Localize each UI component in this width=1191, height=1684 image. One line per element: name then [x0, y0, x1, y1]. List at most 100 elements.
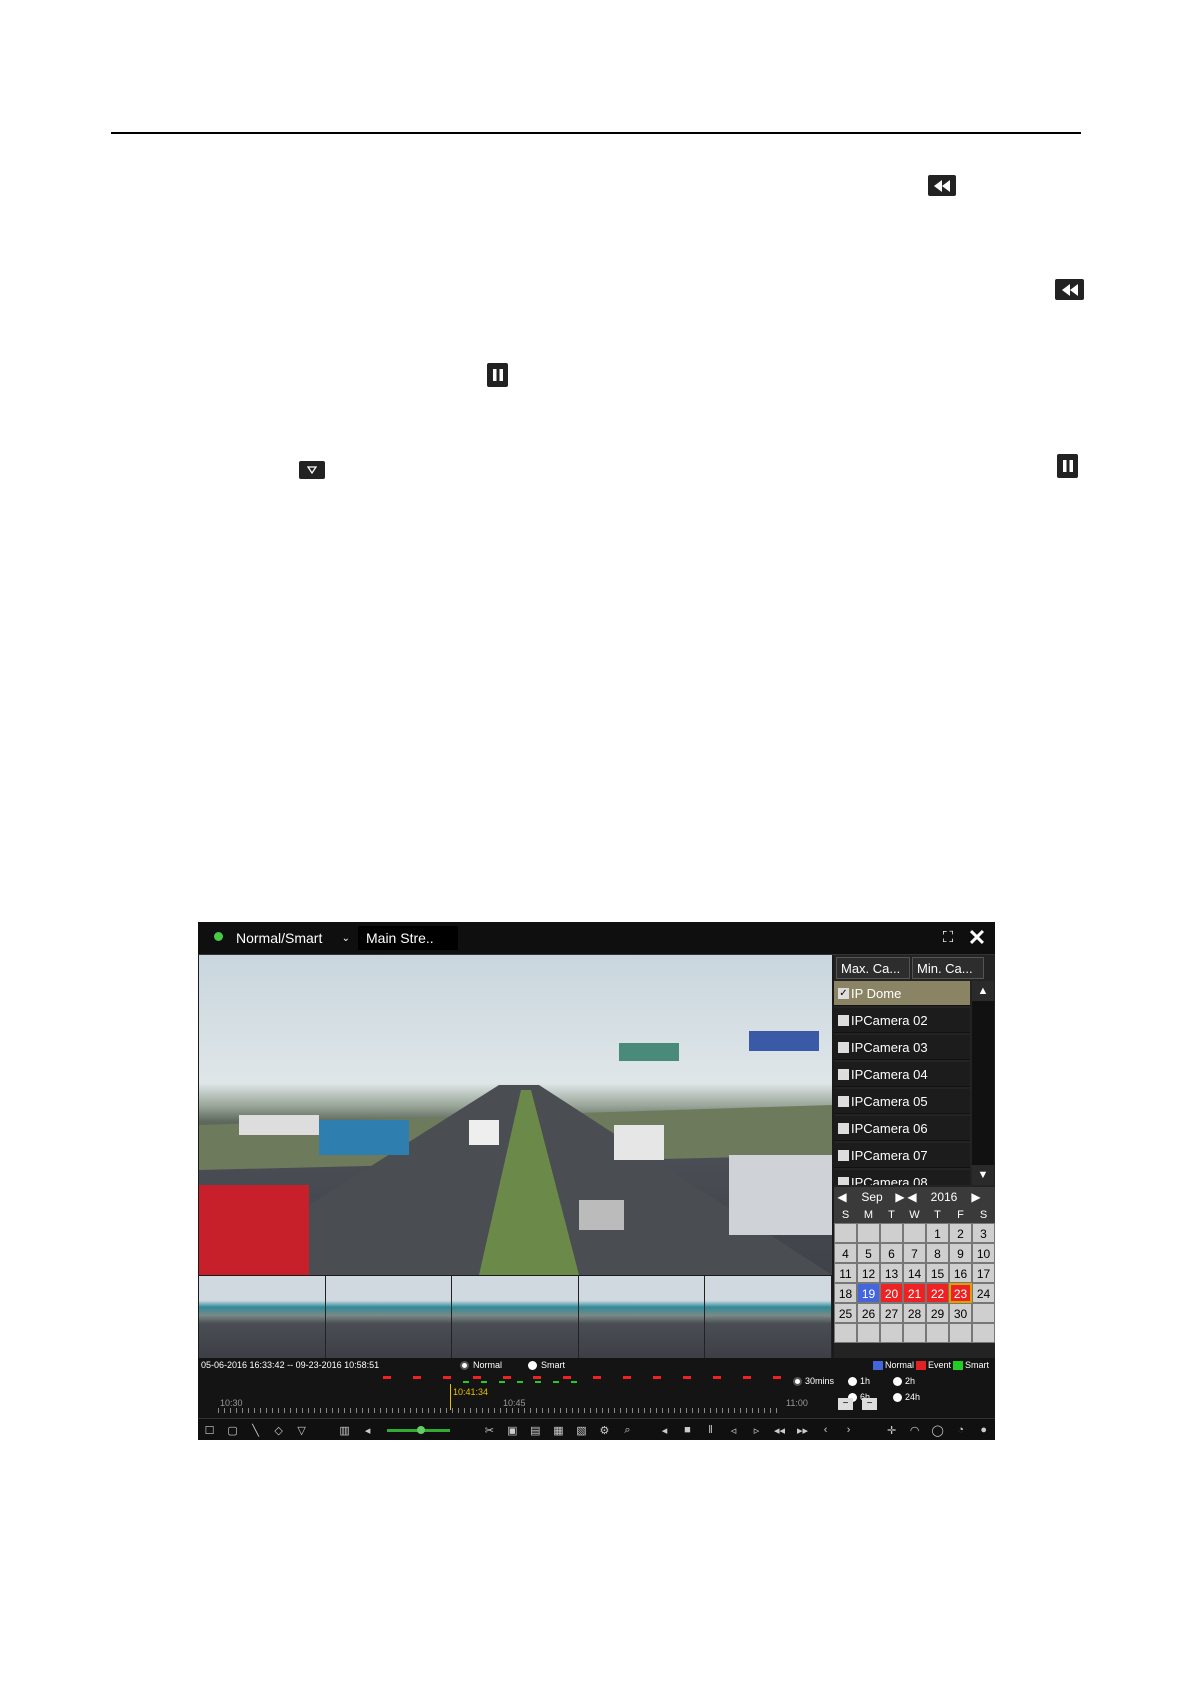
camera-item[interactable]: ✓ IP Dome [834, 981, 970, 1006]
camera-checkbox[interactable] [838, 1095, 849, 1107]
snapshot-icon[interactable]: ▣ [503, 1422, 522, 1438]
calendar-day[interactable]: 18 [834, 1283, 857, 1303]
ptz-iris-icon[interactable]: ◔ [951, 1422, 970, 1438]
zoom-in-button[interactable]: − [862, 1398, 877, 1410]
settings-icon[interactable]: ⚙ [595, 1422, 614, 1438]
zoom-option[interactable]: 1h [848, 1376, 870, 1386]
calendar-day[interactable]: 25 [834, 1303, 857, 1323]
max-camera-button[interactable]: Max. Ca... [836, 957, 910, 979]
camera-item[interactable]: IPCamera 06 [834, 1116, 970, 1141]
camera-item[interactable]: IPCamera 03 [834, 1035, 970, 1060]
calendar-day[interactable] [903, 1323, 926, 1343]
next-month-icon[interactable]: ▶ [894, 1190, 906, 1204]
fullscreen-tool-icon[interactable]: ☐ [200, 1422, 219, 1438]
prev-month-icon[interactable]: ◀ [834, 1190, 850, 1204]
calendar-day[interactable] [903, 1223, 926, 1243]
calendar-day[interactable]: 14 [903, 1263, 926, 1283]
zoom-radio[interactable] [848, 1376, 857, 1386]
calendar-day[interactable]: 26 [857, 1303, 880, 1323]
calendar-day[interactable]: 30 [949, 1303, 972, 1323]
calendar-day[interactable]: 7 [903, 1243, 926, 1263]
camera-item[interactable]: IPCamera 02 [834, 1008, 970, 1033]
calendar-day[interactable]: 24 [972, 1283, 995, 1303]
calendar-day[interactable]: 22 [926, 1283, 949, 1303]
camera-checkbox[interactable] [838, 1176, 849, 1185]
thumbnail[interactable] [578, 1276, 706, 1358]
calendar-day[interactable]: 6 [880, 1243, 903, 1263]
file-management-icon[interactable]: ▧ [572, 1422, 591, 1438]
camera-checkbox[interactable] [838, 1149, 849, 1161]
fast-forward-icon[interactable]: ▸▸ [793, 1422, 812, 1438]
calendar-day[interactable] [857, 1323, 880, 1343]
timeline[interactable]: 05-06-2016 16:33:42 -- 09-23-2016 10:58:… [198, 1358, 995, 1418]
next-day-icon[interactable]: › [839, 1422, 858, 1438]
thumbnail[interactable] [452, 1276, 579, 1358]
zoom-option[interactable]: 2h [893, 1376, 915, 1386]
thumbnail-strip[interactable] [199, 1276, 832, 1358]
zoom-out-button[interactable]: − [838, 1398, 853, 1410]
camera-checkbox[interactable] [838, 1068, 849, 1080]
slow-forward-icon[interactable]: ◂◂ [770, 1422, 789, 1438]
calendar-day[interactable]: 8 [926, 1243, 949, 1263]
camera-checkbox[interactable] [838, 1122, 849, 1134]
filter-icon[interactable]: ▽ [292, 1422, 311, 1438]
calendar-day[interactable] [926, 1323, 949, 1343]
min-camera-button[interactable]: Min. Ca... [912, 957, 984, 979]
calendar-day[interactable]: 28 [903, 1303, 926, 1323]
calendar-day[interactable]: 3 [972, 1223, 995, 1243]
calendar-day[interactable]: 5 [857, 1243, 880, 1263]
calendar-day[interactable]: 16 [949, 1263, 972, 1283]
prev-year-icon[interactable]: ◀ [906, 1190, 918, 1204]
scrollbar[interactable]: ▲ ▼ [972, 981, 994, 1185]
radio-smart[interactable] [528, 1361, 537, 1370]
step-back-icon[interactable]: ◃ [724, 1422, 743, 1438]
stop-icon[interactable]: ■ [678, 1422, 697, 1438]
calendar-day[interactable]: 12 [857, 1263, 880, 1283]
calendar-day[interactable] [972, 1303, 995, 1323]
calendar-day[interactable]: 13 [880, 1263, 903, 1283]
camera-checkbox[interactable]: ✓ [838, 987, 849, 999]
stream-select[interactable]: Main Stre.. [358, 926, 458, 950]
volume-icon[interactable]: ◂ [358, 1422, 377, 1438]
calendar-day[interactable]: 4 [834, 1243, 857, 1263]
camera-checkbox[interactable] [838, 1041, 849, 1053]
calendar-day[interactable] [949, 1323, 972, 1343]
line-tool-icon[interactable]: ╲ [246, 1422, 265, 1438]
calendar-day[interactable]: 20 [880, 1283, 903, 1303]
calendar-day[interactable]: 11 [834, 1263, 857, 1283]
thumbnail[interactable] [199, 1276, 326, 1358]
camera-item[interactable]: IPCamera 05 [834, 1089, 970, 1114]
zoom-radio[interactable] [893, 1376, 902, 1386]
thumbnail[interactable] [705, 1276, 832, 1358]
pause-control-icon[interactable]: ‖ [701, 1422, 720, 1438]
scroll-up-icon[interactable]: ▲ [972, 981, 994, 1001]
calendar-day[interactable] [834, 1223, 857, 1243]
ptz-direction-icon[interactable]: ✛ [882, 1422, 901, 1438]
ptz-icon[interactable]: ◇ [269, 1422, 288, 1438]
next-year-icon[interactable]: ▶ [970, 1190, 982, 1204]
calendar-day[interactable]: 17 [972, 1263, 995, 1283]
search-icon[interactable]: ⌕ [618, 1422, 637, 1438]
scroll-down-icon[interactable]: ▼ [972, 1165, 994, 1185]
calendar-day[interactable] [834, 1323, 857, 1343]
radio-normal[interactable] [460, 1361, 469, 1370]
camera-checkbox[interactable] [838, 1014, 849, 1026]
zoom-area-icon[interactable]: ▢ [223, 1422, 242, 1438]
calendar-day[interactable]: 10 [972, 1243, 995, 1263]
calendar-day[interactable] [880, 1223, 903, 1243]
calendar-day[interactable]: 1 [926, 1223, 949, 1243]
calendar-day[interactable]: 27 [880, 1303, 903, 1323]
ptz-focus-icon[interactable]: ◯ [928, 1422, 947, 1438]
reverse-play-icon[interactable]: ◂ [655, 1422, 674, 1438]
zoom-radio[interactable] [793, 1376, 802, 1386]
prev-day-icon[interactable]: ‹ [816, 1422, 835, 1438]
zoom-option[interactable]: 24h [893, 1392, 920, 1402]
zoom-option[interactable]: 30mins [793, 1376, 834, 1386]
camera-item[interactable]: IPCamera 08 [834, 1170, 970, 1185]
calendar-day[interactable]: 23 [949, 1283, 972, 1303]
step-forward-icon[interactable]: ▹ [747, 1422, 766, 1438]
calendar-day[interactable]: 9 [949, 1243, 972, 1263]
main-video-view[interactable] [199, 955, 832, 1275]
thumbnail[interactable] [325, 1276, 453, 1358]
clip-icon[interactable]: ✂ [480, 1422, 499, 1438]
